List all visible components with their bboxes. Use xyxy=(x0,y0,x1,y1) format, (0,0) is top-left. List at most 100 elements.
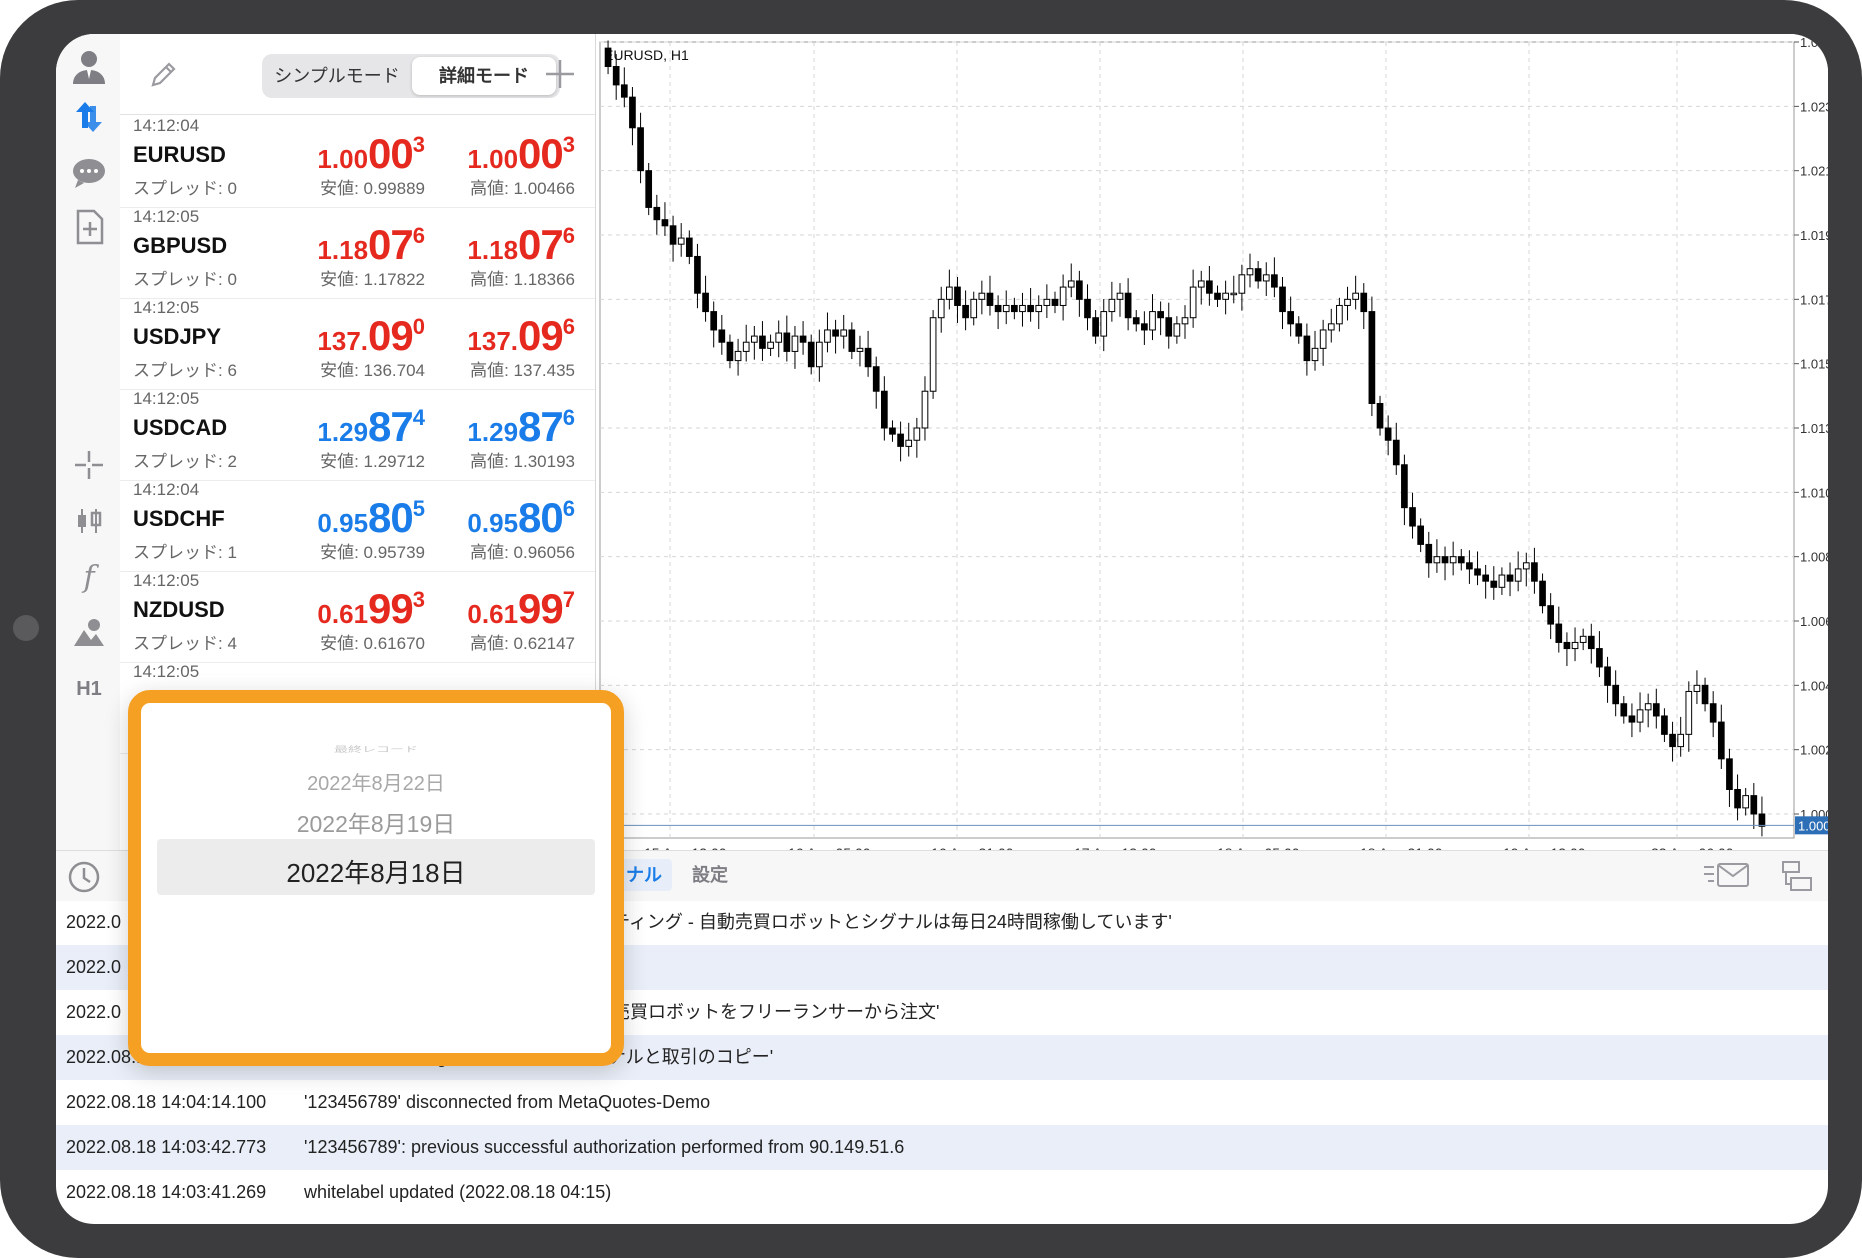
candle-body xyxy=(629,96,636,129)
candle-body xyxy=(742,341,750,352)
quote-time: 14:12:05 xyxy=(133,389,200,408)
quotes-icon[interactable] xyxy=(68,96,110,138)
picker-item[interactable]: 2022年8月22日 xyxy=(141,767,611,796)
objects-icon[interactable] xyxy=(68,612,110,654)
candle-body xyxy=(759,335,766,349)
quote-row[interactable]: 14:12:05 USDJPY スプレッド: 6 137.090 137.096 安値: … xyxy=(120,298,595,390)
tab-settings[interactable]: 設定 xyxy=(692,859,728,891)
quote-low: 安値: 0.95739 xyxy=(320,543,425,562)
candle-body xyxy=(1717,721,1725,760)
bid-price[interactable]: 137.090 xyxy=(280,312,425,360)
ask-price[interactable]: 1.18076 xyxy=(430,221,575,269)
quote-row[interactable]: 14:12:05 GBPUSD スプレッド: 0 1.18076 1.18076 安値: … xyxy=(120,207,595,299)
quote-symbol: USDCAD xyxy=(133,415,228,440)
bid-price[interactable]: 1.00003 xyxy=(280,130,425,178)
candle-body xyxy=(848,329,856,352)
simple-mode-tab[interactable]: シンプルモード xyxy=(266,57,408,95)
quote-row[interactable]: 14:12:05 NZDUSD スプレッド: 4 0.61993 0.61997 安値: … xyxy=(120,571,595,663)
detailed-mode-tab[interactable]: 詳細モード xyxy=(412,57,556,95)
candle-body xyxy=(1059,286,1067,306)
candle-body xyxy=(921,390,929,429)
ask-price-part: 7 xyxy=(562,587,575,612)
picker-item[interactable]: 2022年8月19日 xyxy=(141,805,611,839)
bid-price-part: 6 xyxy=(412,223,425,248)
candle-body xyxy=(685,237,693,257)
quote-row[interactable]: 14:12:04 USDCHF スプレッド: 1 0.95805 0.95806 安値: … xyxy=(120,480,595,572)
candle-body xyxy=(726,341,734,362)
ask-price[interactable]: 0.61997 xyxy=(430,585,575,633)
crosshair-icon[interactable] xyxy=(68,444,110,486)
quote-low: 安値: 136.704 xyxy=(320,361,425,380)
candle-body xyxy=(1506,574,1514,582)
bid-price-part: 0 xyxy=(412,314,425,339)
price-chart[interactable]: 1.02560 1.02350 1.02140 1.01930 1.01720 1.015… xyxy=(596,34,1828,850)
timeframe-label: H1 xyxy=(76,677,102,700)
journal-row[interactable]: 2022.08.18 14:03:41.269 whitelabel update… xyxy=(56,1170,1828,1215)
candle-body xyxy=(1531,562,1538,582)
ask-price[interactable]: 137.096 xyxy=(430,312,575,360)
quotes-panel: シンプルモード 詳細モード 14:12:04 EURUSD スプレッド: 0 1.00… xyxy=(120,34,596,754)
ask-price-part: 6 xyxy=(562,496,575,521)
new-order-icon[interactable] xyxy=(68,206,110,248)
picker-item-last-record[interactable]: 最終レコード xyxy=(141,744,611,755)
y-tick-label: 1.02350 xyxy=(1800,99,1828,114)
bid-price-part: 09 xyxy=(368,312,414,359)
bid-price[interactable]: 0.61993 xyxy=(280,585,425,633)
quote-time: 14:12:04 xyxy=(133,480,200,499)
chat-icon[interactable] xyxy=(68,152,110,194)
ask-price[interactable]: 0.95806 xyxy=(430,494,575,542)
candle-body xyxy=(677,237,685,245)
candle-body xyxy=(807,341,815,368)
bid-price[interactable]: 0.95805 xyxy=(280,494,425,542)
layout-icon[interactable] xyxy=(1780,859,1814,893)
ask-price-part: 6 xyxy=(562,405,575,430)
candle-body xyxy=(856,347,864,352)
candle-body xyxy=(1628,715,1636,723)
quote-row[interactable]: 14:12:05 USDCAD スプレッド: 2 1.29874 1.29876 安値: … xyxy=(120,389,595,481)
journal-row[interactable]: 2022.08.18 14:03:42.773 '123456789': prev… xyxy=(56,1125,1828,1170)
candle-body xyxy=(1011,304,1018,313)
add-symbol-icon[interactable] xyxy=(540,54,580,94)
candle-body xyxy=(1693,684,1701,692)
picker-item-selected[interactable]: 2022年8月18日 xyxy=(141,853,611,890)
chart-title: EURUSD, H1 xyxy=(604,47,689,63)
quote-row[interactable]: 14:12:04 EURUSD スプレッド: 0 1.00003 1.00003 安値: … xyxy=(120,116,595,208)
bid-price[interactable]: 1.18076 xyxy=(280,221,425,269)
candle-body xyxy=(1311,347,1319,362)
account-icon[interactable] xyxy=(68,46,110,88)
candle-body xyxy=(1392,439,1400,466)
quote-high: 高値: 0.96056 xyxy=(470,543,575,562)
candle-body xyxy=(799,335,807,343)
candle-body xyxy=(702,292,709,313)
candle-body xyxy=(1181,317,1189,325)
candle-body xyxy=(1368,311,1376,404)
journal-row[interactable]: 2022.08.18 14:04:14.100 '123456789' disco… xyxy=(56,1080,1828,1125)
chart-canvas[interactable]: 1.02560 1.02350 1.02140 1.01930 1.01720 1.015… xyxy=(596,34,1828,850)
quote-spread: スプレッド: 6 xyxy=(133,361,237,380)
candle-body xyxy=(750,335,758,343)
mail-icon[interactable] xyxy=(1702,861,1752,891)
candle-body xyxy=(1108,298,1116,313)
y-tick-label: 1.01720 xyxy=(1800,292,1828,307)
timeframe-button[interactable]: H1 xyxy=(68,668,110,710)
chart-type-icon[interactable] xyxy=(68,500,110,542)
y-tick-label: 1.02140 xyxy=(1800,164,1828,179)
candle-body xyxy=(1165,317,1173,337)
candle-body xyxy=(1482,574,1490,582)
ask-price[interactable]: 1.29876 xyxy=(430,403,575,451)
ask-price[interactable]: 1.00003 xyxy=(430,130,575,178)
candle-body xyxy=(1246,268,1254,276)
indicators-icon[interactable]: f xyxy=(68,556,110,598)
ask-price-part: 1.29 xyxy=(467,417,519,447)
candle-body xyxy=(1685,690,1693,735)
date-picker-popup[interactable]: 最終レコード 2022年8月22日 2022年8月19日 2022年8月18日 xyxy=(128,690,624,1066)
ask-price-part: 6 xyxy=(562,223,575,248)
y-tick-label: 1.01090 xyxy=(1800,485,1828,500)
bid-price[interactable]: 1.29874 xyxy=(280,403,425,451)
ask-price-part: 99 xyxy=(518,585,564,632)
clock-icon[interactable] xyxy=(66,859,102,895)
edit-icon[interactable] xyxy=(148,58,180,90)
tab-signals[interactable]: ナル xyxy=(616,859,672,891)
journal-time: 2022.0 xyxy=(66,1002,122,1022)
candle-body xyxy=(1498,574,1506,588)
